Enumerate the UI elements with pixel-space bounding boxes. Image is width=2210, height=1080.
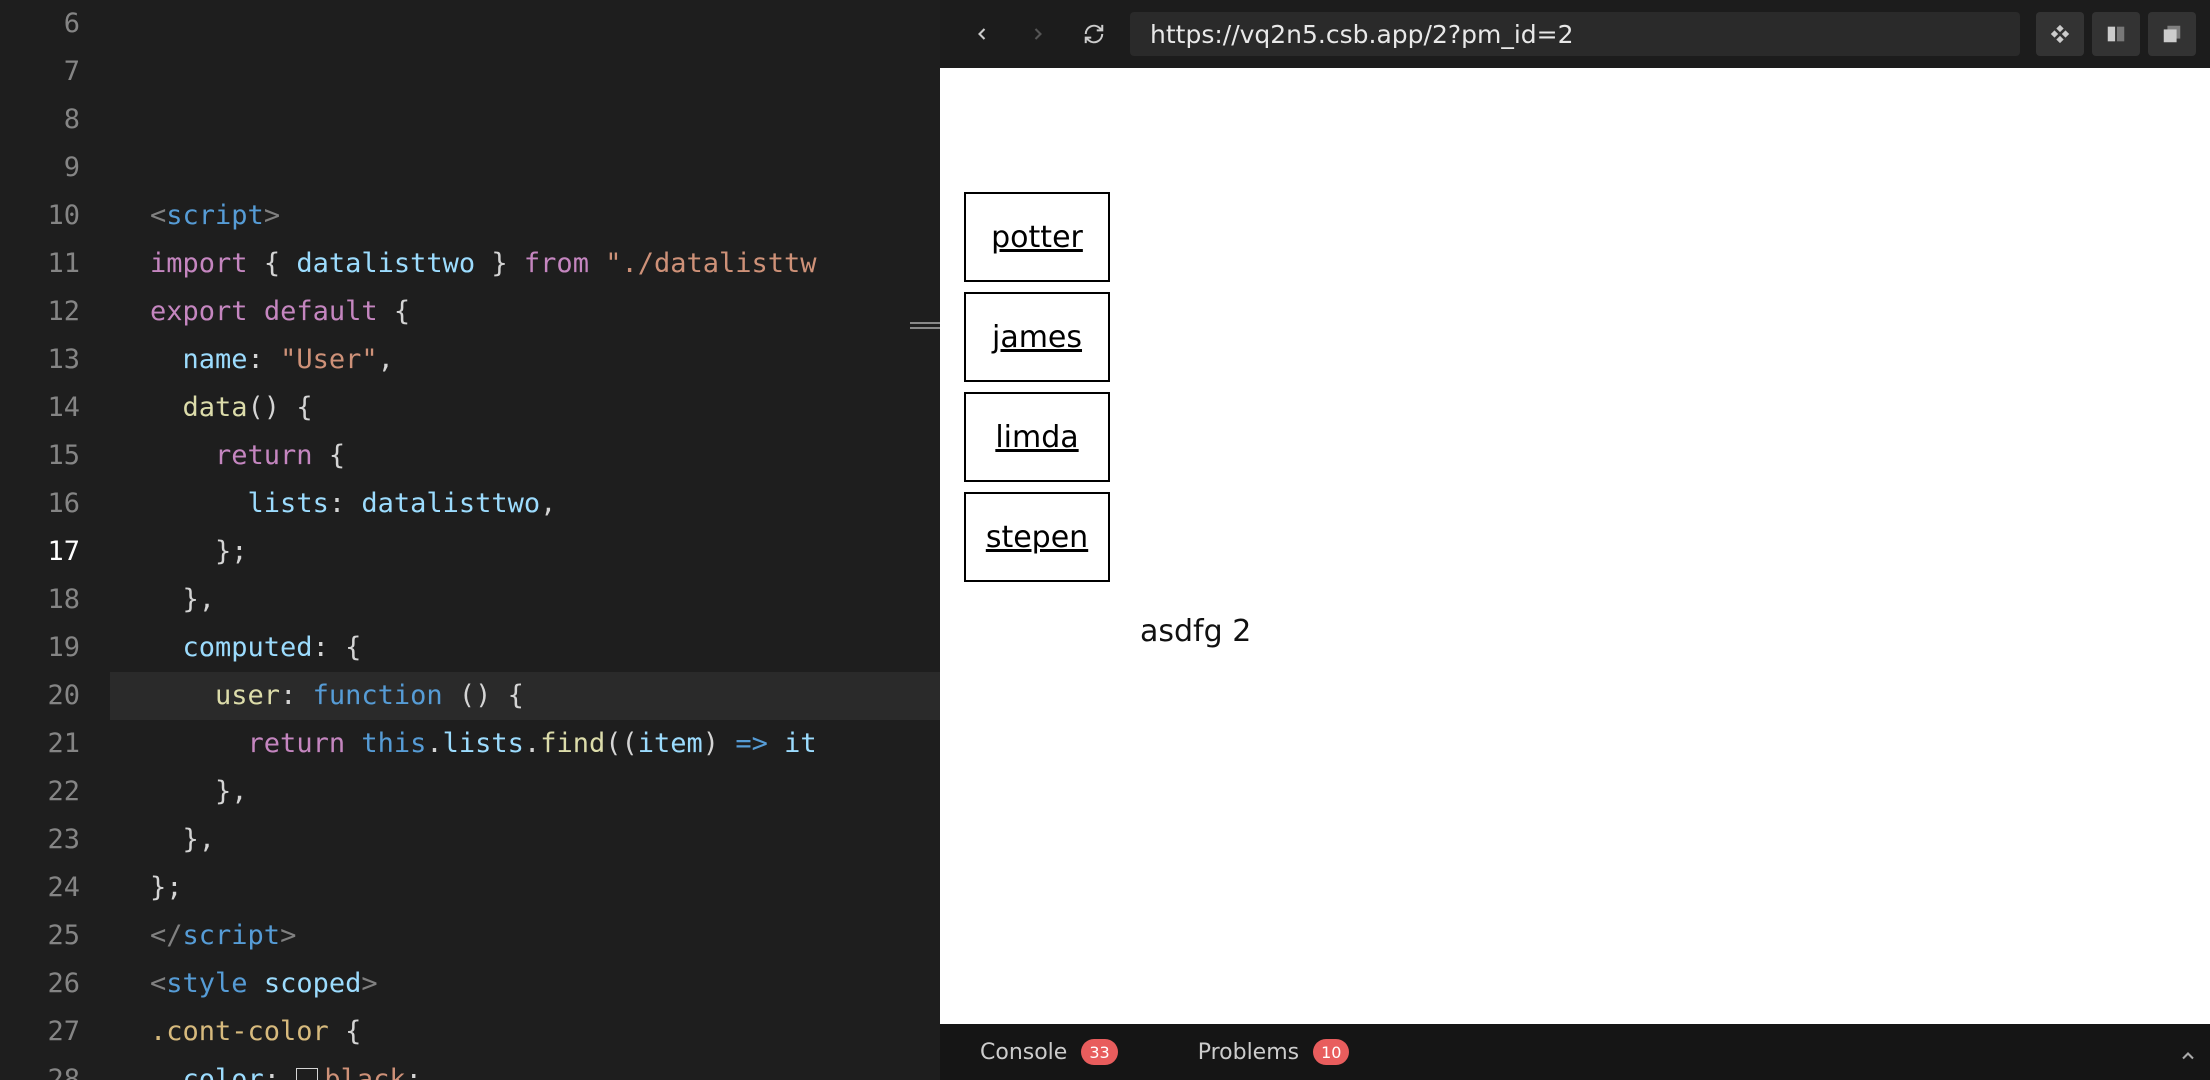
line-number-gutter: 6789101112131415161718192021222324252627…: [0, 0, 110, 1080]
line-number: 11: [0, 240, 80, 288]
line-number: 16: [0, 480, 80, 528]
preview-viewport[interactable]: potter james limda stepen asdfg 2: [940, 68, 2210, 1024]
panel-layout-button[interactable]: [2092, 12, 2140, 56]
line-number: 17: [0, 528, 80, 576]
code-line[interactable]: <script>: [110, 192, 940, 240]
console-label: Console: [980, 1040, 1067, 1065]
address-bar[interactable]: https://vq2n5.csb.app/2?pm_id=2: [1130, 12, 2020, 56]
code-line[interactable]: name: "User",: [110, 336, 940, 384]
reload-icon: [1083, 23, 1105, 45]
expand-panel-button[interactable]: [2178, 1042, 2198, 1066]
line-number: 15: [0, 432, 80, 480]
line-number: 23: [0, 816, 80, 864]
list-item: potter: [964, 192, 1110, 282]
code-editor-pane[interactable]: 6789101112131415161718192021222324252627…: [0, 0, 940, 1080]
line-number: 25: [0, 912, 80, 960]
line-number: 20: [0, 672, 80, 720]
line-number: 28: [0, 1056, 80, 1080]
problems-tab[interactable]: Problems 10: [1198, 1039, 1350, 1065]
code-line[interactable]: },: [110, 816, 940, 864]
code-line[interactable]: color: black;: [110, 1056, 940, 1080]
line-number: 18: [0, 576, 80, 624]
code-line[interactable]: <style scoped>: [110, 960, 940, 1008]
line-number: 26: [0, 960, 80, 1008]
chevron-right-icon: [1028, 24, 1048, 44]
toolbar-right: [2036, 12, 2196, 56]
problems-count-badge: 10: [1313, 1039, 1349, 1065]
line-number: 10: [0, 192, 80, 240]
line-number: 6: [0, 0, 80, 48]
code-line[interactable]: },: [110, 576, 940, 624]
chevron-down-icon: [2178, 1046, 2198, 1066]
list-item-link[interactable]: stepen: [986, 520, 1088, 555]
bottom-panel: Console 33 Problems 10: [940, 1024, 2210, 1080]
code-line[interactable]: import { datalisttwo } from "./datalistt…: [110, 240, 940, 288]
code-line[interactable]: data() {: [110, 384, 940, 432]
line-number: 19: [0, 624, 80, 672]
list-item-link[interactable]: james: [992, 320, 1082, 355]
line-number: 22: [0, 768, 80, 816]
line-number: 8: [0, 96, 80, 144]
line-number: 12: [0, 288, 80, 336]
preview-pane: https://vq2n5.csb.app/2?pm_id=2 potter ja…: [940, 0, 2210, 1080]
code-line[interactable]: return {: [110, 432, 940, 480]
problems-label: Problems: [1198, 1040, 1299, 1065]
code-line[interactable]: lists: datalisttwo,: [110, 480, 940, 528]
console-count-badge: 33: [1081, 1039, 1117, 1065]
chevron-left-icon: [972, 24, 992, 44]
browser-toolbar: https://vq2n5.csb.app/2?pm_id=2: [940, 0, 2210, 68]
forward-button[interactable]: [1018, 14, 1058, 54]
multi-window-icon: [2161, 23, 2183, 45]
back-button[interactable]: [962, 14, 1002, 54]
extra-text: asdfg 2: [1140, 614, 1251, 649]
code-line[interactable]: [110, 144, 940, 192]
line-number: 21: [0, 720, 80, 768]
code-line[interactable]: };: [110, 864, 940, 912]
line-number: 13: [0, 336, 80, 384]
console-tab[interactable]: Console 33: [980, 1039, 1118, 1065]
line-number: 14: [0, 384, 80, 432]
codesandbox-button[interactable]: [2036, 12, 2084, 56]
code-line[interactable]: computed: {: [110, 624, 940, 672]
code-line[interactable]: user: function () {: [110, 672, 940, 720]
list-item: stepen: [964, 492, 1110, 582]
code-line[interactable]: return this.lists.find((item) => it: [110, 720, 940, 768]
list-item: james: [964, 292, 1110, 382]
code-line[interactable]: .cont-color {: [110, 1008, 940, 1056]
list-item-link[interactable]: limda: [995, 420, 1078, 455]
list-item-link[interactable]: potter: [991, 220, 1083, 255]
line-number: 7: [0, 48, 80, 96]
code-line[interactable]: export default {: [110, 288, 940, 336]
code-line[interactable]: },: [110, 768, 940, 816]
panel-icon: [2105, 23, 2127, 45]
line-number: 27: [0, 1008, 80, 1056]
line-number: 24: [0, 864, 80, 912]
code-line[interactable]: </script>: [110, 912, 940, 960]
codesandbox-icon: [2049, 23, 2071, 45]
url-text: https://vq2n5.csb.app/2?pm_id=2: [1150, 20, 1574, 49]
code-line[interactable]: };: [110, 528, 940, 576]
code-content[interactable]: <script>import { datalisttwo } from "./d…: [110, 0, 940, 1080]
line-number: 9: [0, 144, 80, 192]
new-window-button[interactable]: [2148, 12, 2196, 56]
reload-button[interactable]: [1074, 14, 1114, 54]
list-item: limda: [964, 392, 1110, 482]
